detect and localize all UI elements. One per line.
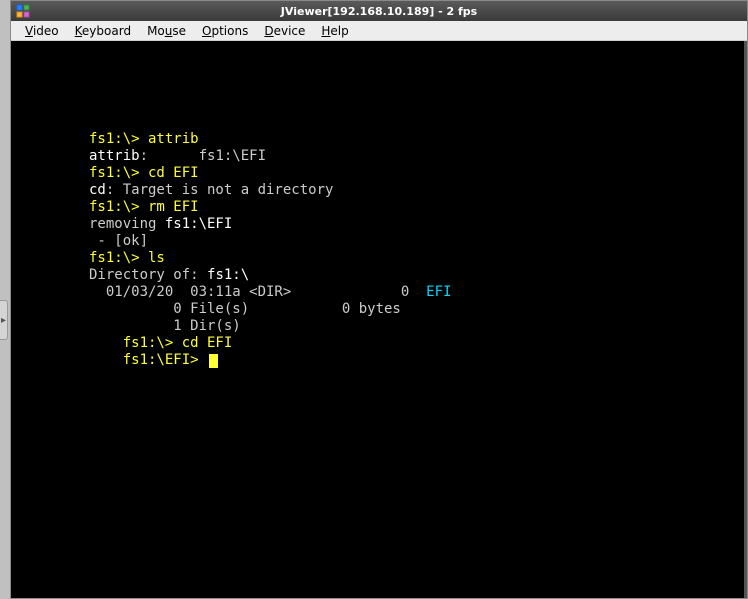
terminal-text: 01/03/20 03:11a <DIR> 0 (89, 284, 426, 300)
terminal-text: cd (89, 182, 106, 198)
terminal-text: : (140, 148, 199, 164)
terminal-line: fs1:\> cd EFI (89, 335, 747, 352)
terminal-line: Directory of: fs1:\ (89, 267, 747, 284)
terminal-text: fs1:\> rm EFI (89, 199, 199, 215)
terminal-line: attrib: fs1:\EFI (89, 148, 747, 165)
terminal-text: EFI (426, 284, 451, 300)
terminal-text: removing (89, 216, 165, 232)
terminal-text: - [ok] (89, 233, 148, 249)
app-window: JViewer[192.168.10.189] - 2 fps Video Ke… (10, 0, 748, 599)
terminal-text: fs1:\EFI (165, 216, 232, 232)
app-icon (15, 3, 31, 19)
remote-console-viewport[interactable]: fs1:\> attribattrib: fs1:\EFIfs1:\> cd E… (11, 41, 747, 598)
terminal-cursor (209, 354, 218, 368)
terminal-text: Directory of: (89, 267, 207, 283)
menu-device[interactable]: Device (256, 22, 313, 40)
terminal-line: 01/03/20 03:11a <DIR> 0 EFI (89, 284, 747, 301)
terminal-text: : Target is not a directory (106, 182, 334, 198)
terminal-text: fs1:\> cd EFI (89, 335, 232, 351)
terminal-text: attrib (89, 148, 140, 164)
chevron-right-icon: ▸ (1, 315, 6, 326)
scrollbar-vertical[interactable] (744, 41, 747, 598)
terminal-text: fs1:\> attrib (89, 131, 199, 147)
titlebar[interactable]: JViewer[192.168.10.189] - 2 fps (11, 1, 747, 21)
window-title: JViewer[192.168.10.189] - 2 fps (281, 5, 477, 18)
terminal-text: 1 Dir(s) (89, 318, 241, 334)
terminal-text: 0 File(s) 0 bytes (89, 301, 401, 317)
terminal-text: fs1:\> ls (89, 250, 165, 266)
terminal-text: fs1:\EFI (199, 148, 266, 164)
terminal-line: fs1:\> attrib (89, 131, 747, 148)
terminal-line: fs1:\> cd EFI (89, 165, 747, 182)
terminal-text: fs1:\EFI> (89, 352, 207, 368)
menubar: Video Keyboard Mouse Options Device Help (11, 21, 747, 41)
menu-video[interactable]: Video (17, 22, 67, 40)
terminal-line: fs1:\> ls (89, 250, 747, 267)
menu-keyboard[interactable]: Keyboard (67, 22, 139, 40)
menu-help[interactable]: Help (313, 22, 356, 40)
terminal-text: fs1:\ (207, 267, 249, 283)
terminal-text: fs1:\> cd EFI (89, 165, 199, 181)
terminal-output: fs1:\> attribattrib: fs1:\EFIfs1:\> cd E… (11, 41, 747, 369)
terminal-line: fs1:\> rm EFI (89, 199, 747, 216)
terminal-line: 0 File(s) 0 bytes (89, 301, 747, 318)
menu-options[interactable]: Options (194, 22, 256, 40)
terminal-line: - [ok] (89, 233, 747, 250)
terminal-line: cd: Target is not a directory (89, 182, 747, 199)
terminal-line: 1 Dir(s) (89, 318, 747, 335)
side-panel-handle[interactable]: ▸ (0, 300, 8, 340)
terminal-line: removing fs1:\EFI (89, 216, 747, 233)
menu-mouse[interactable]: Mouse (139, 22, 194, 40)
terminal-line: fs1:\EFI> (89, 352, 747, 369)
